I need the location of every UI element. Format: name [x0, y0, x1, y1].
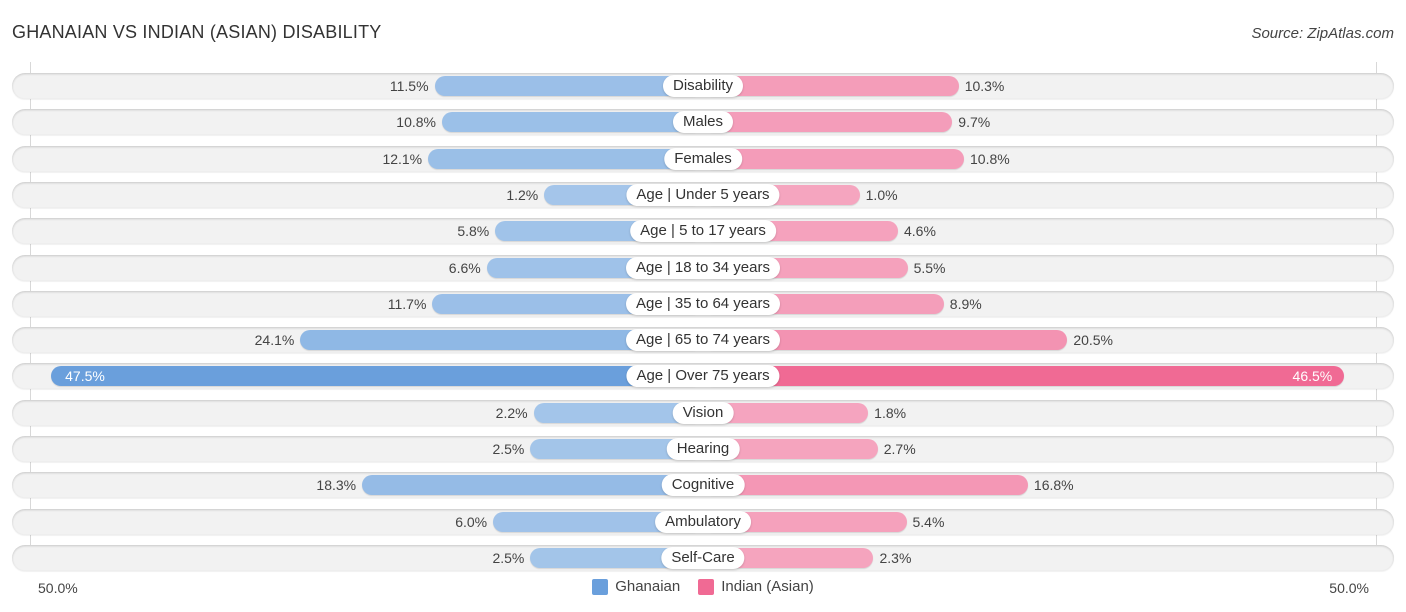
- category-label-age-65-to-74-years: Age | 65 to 74 years: [626, 329, 780, 352]
- bar-indian-asian-males[interactable]: [703, 112, 953, 133]
- legend: Ghanaian Indian (Asian): [0, 578, 1406, 595]
- value-label-indian-asian-cognitive: 16.8%: [1033, 477, 1074, 494]
- value-label-indian-asian-age-35-to-64-years: 8.9%: [949, 295, 982, 312]
- bar-indian-asian-age-over-75-years[interactable]: [703, 366, 1345, 387]
- bar-ghanaian-males[interactable]: [441, 112, 703, 133]
- bar-indian-asian-females[interactable]: [703, 148, 965, 169]
- category-label-age-35-to-64-years: Age | 35 to 64 years: [626, 292, 780, 315]
- value-label-indian-asian-age-under-5-years: 1.0%: [865, 186, 898, 203]
- diverging-bar-chart: 11.5% 10.3% Disability 10.8% 9.7% Males 12.1% 1…: [0, 0, 1406, 612]
- value-label-ghanaian-disability: 11.5%: [389, 78, 429, 94]
- value-label-ghanaian-cognitive: 18.3%: [316, 477, 357, 494]
- category-label-ambulatory: Ambulatory: [655, 510, 751, 533]
- value-label-ghanaian-age-65-to-74-years: 24.1%: [254, 332, 295, 349]
- category-label-age-18-to-34-years: Age | 18 to 34 years: [626, 256, 780, 279]
- value-label-ghanaian-females: 12.1%: [382, 150, 423, 167]
- legend-item-indian-asian[interactable]: Indian (Asian): [698, 578, 814, 595]
- value-label-ghanaian-age-5-to-17-years: 5.8%: [457, 223, 490, 240]
- legend-label-ghanaian: Ghanaian: [615, 578, 681, 595]
- bar-ghanaian-cognitive[interactable]: [362, 475, 703, 496]
- value-label-indian-asian-hearing: 2.7%: [883, 441, 916, 457]
- value-label-ghanaian-age-18-to-34-years: 6.6%: [448, 259, 481, 276]
- value-label-indian-asian-self-care: 2.3%: [879, 549, 912, 566]
- value-label-indian-asian-age-18-to-34-years: 5.5%: [913, 259, 946, 276]
- value-label-indian-asian-age-65-to-74-years: 20.5%: [1073, 332, 1114, 349]
- value-label-ghanaian-ambulatory: 6.0%: [455, 513, 488, 530]
- bar-ghanaian-age-over-75-years[interactable]: [51, 366, 703, 387]
- category-label-hearing: Hearing: [666, 438, 740, 460]
- legend-swatch-ghanaian: [592, 578, 609, 595]
- category-label-males: Males: [672, 111, 734, 134]
- category-label-age-under-5-years: Age | Under 5 years: [626, 183, 780, 206]
- value-label-ghanaian-age-under-5-years: 1.2%: [506, 186, 539, 203]
- value-label-ghanaian-hearing: 2.5%: [492, 441, 525, 457]
- bar-ghanaian-females[interactable]: [428, 148, 703, 169]
- category-label-females: Females: [664, 147, 742, 170]
- value-label-indian-asian-age-5-to-17-years: 4.6%: [903, 223, 936, 240]
- value-label-indian-asian-females: 10.8%: [970, 150, 1010, 167]
- category-label-self-care: Self-Care: [661, 546, 745, 569]
- value-label-ghanaian-age-over-75-years: 47.5%: [65, 368, 105, 385]
- category-label-disability: Disability: [662, 75, 744, 97]
- category-label-vision: Vision: [672, 401, 734, 424]
- category-label-cognitive: Cognitive: [661, 474, 745, 497]
- legend-label-indian-asian: Indian (Asian): [721, 578, 814, 595]
- category-label-age-5-to-17-years: Age | 5 to 17 years: [630, 220, 776, 243]
- value-label-ghanaian-males: 10.8%: [396, 114, 436, 131]
- value-label-indian-asian-vision: 1.8%: [874, 404, 907, 421]
- value-label-ghanaian-vision: 2.2%: [495, 404, 528, 421]
- value-label-ghanaian-self-care: 2.5%: [492, 549, 525, 566]
- bar-indian-asian-cognitive[interactable]: [703, 475, 1028, 496]
- category-label-age-over-75-years: Age | Over 75 years: [626, 365, 780, 388]
- value-label-indian-asian-disability: 10.3%: [964, 78, 1005, 94]
- value-label-ghanaian-age-35-to-64-years: 11.7%: [387, 295, 427, 312]
- value-label-indian-asian-ambulatory: 5.4%: [912, 513, 945, 530]
- value-label-indian-asian-males: 9.7%: [958, 114, 991, 131]
- value-label-indian-asian-age-over-75-years: 46.5%: [1292, 368, 1333, 385]
- legend-swatch-indian-asian: [698, 578, 715, 595]
- legend-item-ghanaian[interactable]: Ghanaian: [592, 578, 680, 595]
